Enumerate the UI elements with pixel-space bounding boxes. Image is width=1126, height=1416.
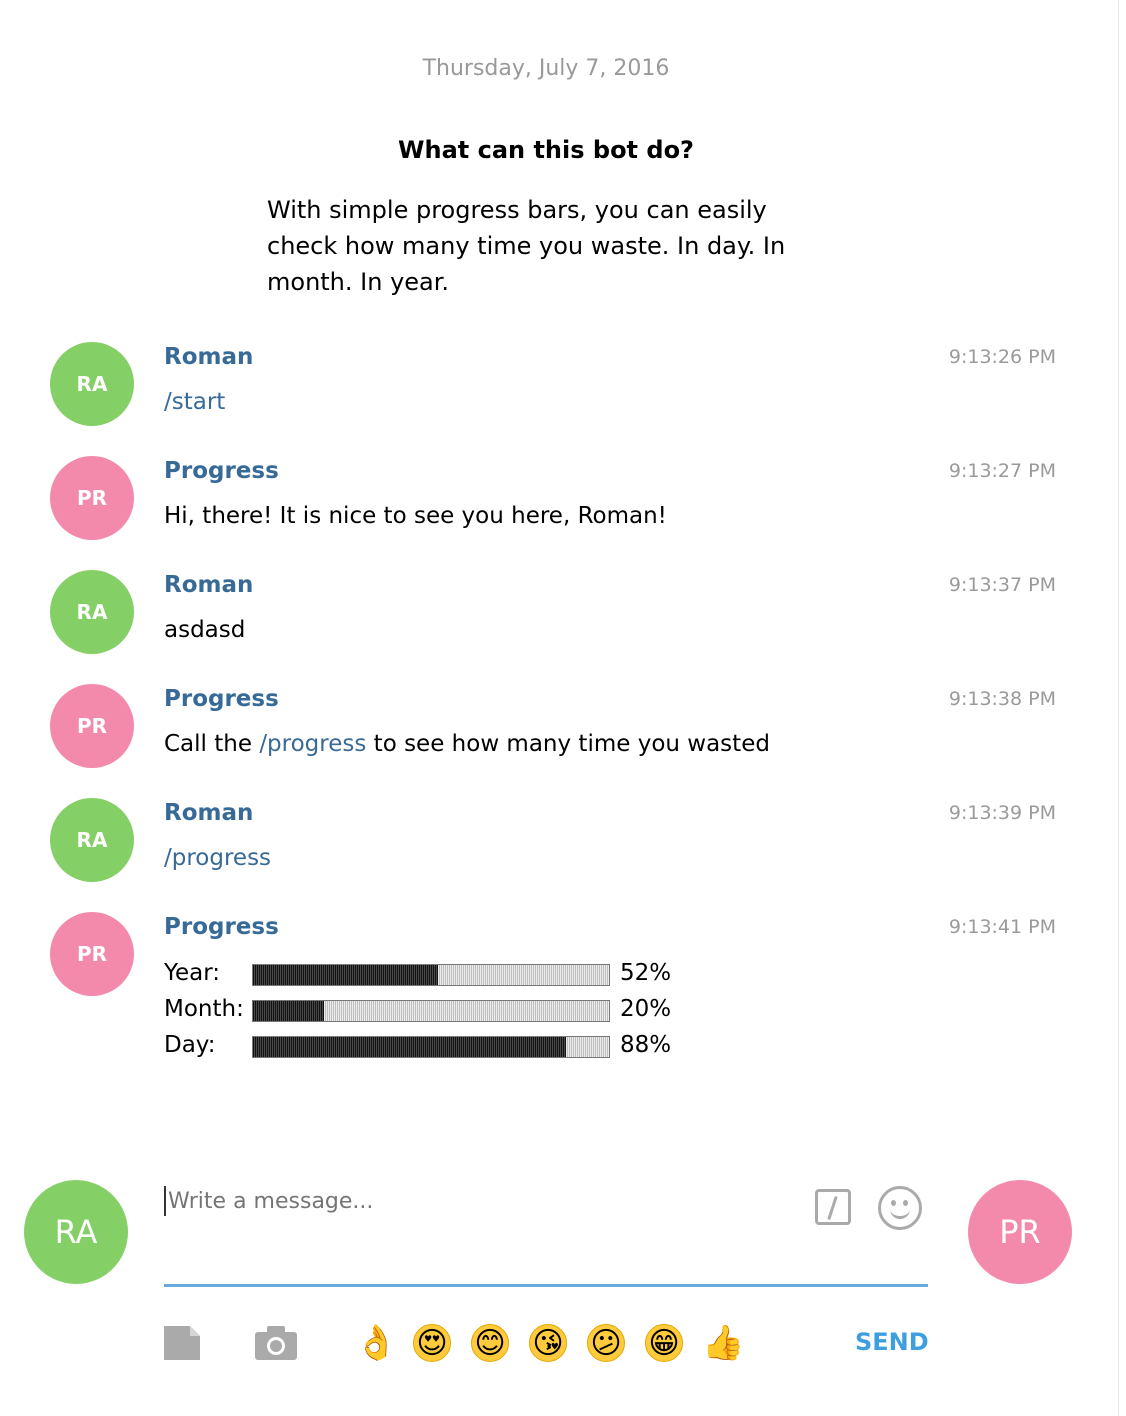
heart-eyes-emoji[interactable]: 😍 — [413, 1324, 451, 1362]
thumbs-up-emoji[interactable]: 👍 — [702, 1324, 744, 1362]
command-link[interactable]: /progress — [259, 731, 366, 757]
kissing-heart-emoji[interactable]: 😘 — [529, 1324, 567, 1362]
self-avatar[interactable]: RA — [24, 1180, 128, 1284]
message: PR Progress 9:13:27 PM Hi, there! It is … — [0, 456, 1100, 556]
progress-percent: 88% — [620, 1032, 672, 1058]
sender-name[interactable]: Roman — [164, 572, 253, 598]
peer-avatar[interactable]: PR — [968, 1180, 1072, 1284]
progress-fill — [253, 1037, 567, 1057]
progress-label: Year: — [164, 960, 221, 986]
emoji-mouth — [890, 1206, 910, 1219]
message-time: 9:13:37 PM — [948, 574, 1056, 596]
avatar[interactable]: RA — [50, 570, 134, 654]
message: RA Roman 9:13:26 PM /start — [0, 342, 1100, 442]
progress-fill — [253, 1001, 325, 1021]
sender-name[interactable]: Roman — [164, 344, 253, 370]
grin-emoji[interactable]: 😁 — [645, 1324, 683, 1362]
avatar[interactable]: PR — [50, 456, 134, 540]
message: PR Progress 9:13:38 PM Call the /progres… — [0, 684, 1100, 784]
confused-emoji[interactable]: 😕 — [587, 1324, 625, 1362]
avatar[interactable]: RA — [50, 798, 134, 882]
message-text[interactable]: /progress — [164, 845, 271, 871]
date-header: Thursday, July 7, 2016 — [422, 56, 670, 81]
message-time: 9:13:41 PM — [948, 916, 1056, 938]
progress-label: Month: — [164, 996, 244, 1022]
message: RA Roman 9:13:37 PM asdasd — [0, 570, 1100, 670]
message: RA Roman 9:13:39 PM /progress — [0, 798, 1100, 898]
avatar[interactable]: PR — [50, 912, 134, 996]
progress-bar — [252, 1000, 610, 1022]
sender-name[interactable]: Roman — [164, 800, 253, 826]
sender-name[interactable]: Progress — [164, 686, 279, 712]
message-text-suffix: to see how many time you wasted — [366, 731, 770, 757]
bot-intro-title: What can this bot do? — [398, 136, 694, 164]
message-text-prefix: Call the — [164, 731, 260, 757]
emoji-picker-icon[interactable] — [878, 1186, 922, 1230]
message-input[interactable] — [164, 1186, 798, 1216]
smiling-emoji[interactable]: 😊 — [471, 1324, 509, 1362]
message-time: 9:13:38 PM — [948, 688, 1056, 710]
sender-name[interactable]: Progress — [164, 458, 279, 484]
progress-percent: 52% — [620, 960, 672, 986]
message-text: Hi, there! It is nice to see you here, R… — [164, 503, 667, 529]
attach-file-icon[interactable] — [164, 1326, 200, 1360]
send-button[interactable]: SEND — [855, 1328, 929, 1356]
avatar[interactable]: RA — [50, 342, 134, 426]
message-text: Call the /progress to see how many time … — [164, 731, 770, 757]
message-time: 9:13:39 PM — [948, 802, 1056, 824]
bot-intro-body: With simple progress bars, you can easil… — [267, 196, 786, 296]
camera-icon[interactable] — [255, 1326, 297, 1360]
message-time: 9:13:27 PM — [948, 460, 1056, 482]
progress-fill — [253, 965, 439, 985]
progress-percent: 20% — [620, 996, 672, 1022]
progress-bar — [252, 964, 610, 986]
sender-name[interactable]: Progress — [164, 914, 279, 940]
avatar[interactable]: PR — [50, 684, 134, 768]
input-underline — [164, 1284, 928, 1287]
progress-bar — [252, 1036, 610, 1058]
ok-hand-emoji[interactable]: 👌 — [355, 1324, 397, 1362]
progress-label: Day: — [164, 1032, 216, 1058]
message-text[interactable]: /start — [164, 389, 225, 415]
message-time: 9:13:26 PM — [948, 346, 1056, 368]
message-text: asdasd — [164, 617, 246, 643]
message-composer: RA PR 👌 😍 😊 😘 😕 😁 👍 SEND — [0, 1170, 1126, 1416]
message: PR Progress 9:13:41 PM Year: 52% Month: … — [0, 912, 1100, 1072]
command-icon[interactable] — [815, 1189, 851, 1225]
